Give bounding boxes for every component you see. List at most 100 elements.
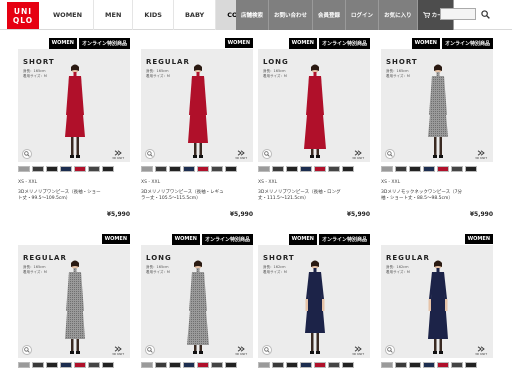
color-swatch[interactable]: [451, 166, 463, 172]
product-image[interactable]: LONG 身長：165cm 着用サイズ：M 3D KNIT: [141, 245, 253, 358]
product-name[interactable]: 3Dメリノリブワンピース（長袖・ショー ト丈・99.5〜109.5cm）: [18, 190, 130, 202]
color-swatch[interactable]: [409, 166, 421, 172]
nav-men[interactable]: MEN: [94, 0, 134, 30]
favorites-link[interactable]: お気に入り: [379, 0, 418, 30]
color-swatch[interactable]: [32, 166, 44, 172]
magnify-icon[interactable]: [22, 149, 32, 159]
color-swatch[interactable]: [197, 166, 209, 172]
color-swatch[interactable]: [141, 166, 153, 172]
color-swatch[interactable]: [169, 166, 181, 172]
product-image[interactable]: REGULAR 身長：165cm 着用サイズ：M 3D KNIT: [18, 245, 130, 358]
color-swatch[interactable]: [211, 362, 223, 368]
color-swatch[interactable]: [437, 166, 449, 172]
product-image[interactable]: REGULAR 身長：162cm 着用サイズ：M 3D KNIT: [381, 245, 493, 358]
product-card[interactable]: WOMEN オンライン特別商品 SHORT 身長：165cm 着用サイズ：M 3…: [381, 35, 493, 218]
color-swatch[interactable]: [286, 166, 298, 172]
color-swatch[interactable]: [286, 362, 298, 368]
uniqlo-logo[interactable]: UNI QLO: [7, 2, 39, 29]
product-card[interactable]: WOMEN REGULAR 身長：162cm 着用サイズ：M 3D KNIT: [381, 231, 493, 391]
fit-label: SHORT: [263, 254, 295, 262]
product-name[interactable]: 3Dメリノリブワンピース（長袖・レギュ ラー丈・105.5〜115.5cm）: [141, 190, 253, 202]
product-card[interactable]: WOMEN オンライン特別商品 LONG 身長：165cm 着用サイズ：M 3D…: [258, 35, 370, 218]
product-image[interactable]: LONG 身長：165cm 着用サイズ：M 3D KNIT: [258, 49, 370, 162]
color-swatch[interactable]: [409, 362, 421, 368]
color-swatch[interactable]: [60, 362, 72, 368]
color-swatch[interactable]: [258, 166, 270, 172]
color-swatch[interactable]: [102, 166, 114, 172]
color-swatch[interactable]: [395, 362, 407, 368]
color-swatch[interactable]: [437, 362, 449, 368]
product-image[interactable]: SHORT 身長：165cm 着用サイズ：M 3D KNIT: [18, 49, 130, 162]
magnify-icon[interactable]: [385, 345, 395, 355]
color-swatch[interactable]: [88, 166, 100, 172]
magnify-icon[interactable]: [262, 345, 272, 355]
product-card[interactable]: WOMEN オンライン特別商品 SHORT 身長：165cm 着用サイズ：M 3…: [18, 35, 130, 218]
product-card[interactable]: WOMEN オンライン特別商品 LONG 身長：165cm 着用サイズ：M 3D…: [141, 231, 253, 391]
color-swatch[interactable]: [465, 166, 477, 172]
model-spec: 身長：165cm 着用サイズ：M: [23, 69, 47, 79]
product-image[interactable]: SHORT 身長：165cm 着用サイズ：M 3D KNIT: [381, 49, 493, 162]
color-swatch[interactable]: [381, 362, 393, 368]
product-image[interactable]: SHORT 身長：162cm 着用サイズ：M 3D KNIT: [258, 245, 370, 358]
color-swatch[interactable]: [258, 362, 270, 368]
color-swatch[interactable]: [102, 362, 114, 368]
search-input[interactable]: [440, 8, 476, 20]
color-swatch[interactable]: [60, 166, 72, 172]
color-swatch[interactable]: [328, 362, 340, 368]
product-card[interactable]: WOMEN REGULAR 身長：165cm 着用サイズ：M: [141, 35, 253, 218]
product-name[interactable]: 3Dメリノモックネックワンピース（7分 袖・ショート丈・88.5〜98.5cm）: [381, 190, 493, 202]
color-swatch[interactable]: [314, 362, 326, 368]
model-spec: 身長：162cm 着用サイズ：M: [263, 265, 287, 275]
magnify-icon[interactable]: [262, 149, 272, 159]
nav-baby[interactable]: BABY: [174, 0, 217, 30]
color-swatch[interactable]: [225, 166, 237, 172]
color-swatch[interactable]: [300, 166, 312, 172]
color-swatch[interactable]: [395, 166, 407, 172]
product-card[interactable]: WOMEN オンライン特別商品 SHORT 身長：162cm 着用サイズ：M 3…: [258, 231, 370, 391]
search-button[interactable]: [479, 8, 491, 20]
color-swatch[interactable]: [183, 166, 195, 172]
color-swatch[interactable]: [169, 362, 181, 368]
color-swatch[interactable]: [197, 362, 209, 368]
contact-link[interactable]: お問い合わせ: [269, 0, 314, 30]
color-swatch[interactable]: [46, 362, 58, 368]
color-swatch[interactable]: [342, 362, 354, 368]
register-link[interactable]: 会員登録: [313, 0, 347, 30]
nav-women[interactable]: WOMEN: [42, 0, 95, 30]
login-link[interactable]: ログイン: [346, 0, 380, 30]
magnify-icon[interactable]: [145, 149, 155, 159]
color-swatch[interactable]: [423, 166, 435, 172]
store-search-link[interactable]: 店舗検索: [236, 0, 270, 30]
color-swatch[interactable]: [300, 362, 312, 368]
color-swatch[interactable]: [342, 166, 354, 172]
magnify-icon[interactable]: [385, 149, 395, 159]
color-swatch[interactable]: [18, 166, 30, 172]
color-swatch[interactable]: [328, 166, 340, 172]
color-swatch[interactable]: [272, 166, 284, 172]
color-swatch[interactable]: [18, 362, 30, 368]
color-swatch[interactable]: [225, 362, 237, 368]
model-spec: 身長：165cm 着用サイズ：M: [23, 265, 47, 275]
color-swatch[interactable]: [32, 362, 44, 368]
color-swatch[interactable]: [272, 362, 284, 368]
color-swatch[interactable]: [155, 362, 167, 368]
product-image[interactable]: REGULAR 身長：165cm 着用サイズ：M 3D KNIT: [141, 49, 253, 162]
color-swatch[interactable]: [451, 362, 463, 368]
color-swatch[interactable]: [88, 362, 100, 368]
color-swatch[interactable]: [74, 166, 86, 172]
color-swatch[interactable]: [314, 166, 326, 172]
color-swatch[interactable]: [46, 166, 58, 172]
color-swatch[interactable]: [155, 166, 167, 172]
color-swatch[interactable]: [381, 166, 393, 172]
color-swatch[interactable]: [74, 362, 86, 368]
product-card[interactable]: WOMEN REGULAR 身長：165cm 着用サイズ：M: [18, 231, 130, 391]
color-swatch[interactable]: [141, 362, 153, 368]
color-swatch[interactable]: [465, 362, 477, 368]
color-swatch[interactable]: [423, 362, 435, 368]
product-name[interactable]: 3Dメリノリブワンピース（長袖・ロング 丈・111.5〜121.5cm）: [258, 190, 370, 202]
nav-kids[interactable]: KIDS: [133, 0, 174, 30]
color-swatch[interactable]: [211, 166, 223, 172]
magnify-icon[interactable]: [22, 345, 32, 355]
color-swatch[interactable]: [183, 362, 195, 368]
magnify-icon[interactable]: [145, 345, 155, 355]
